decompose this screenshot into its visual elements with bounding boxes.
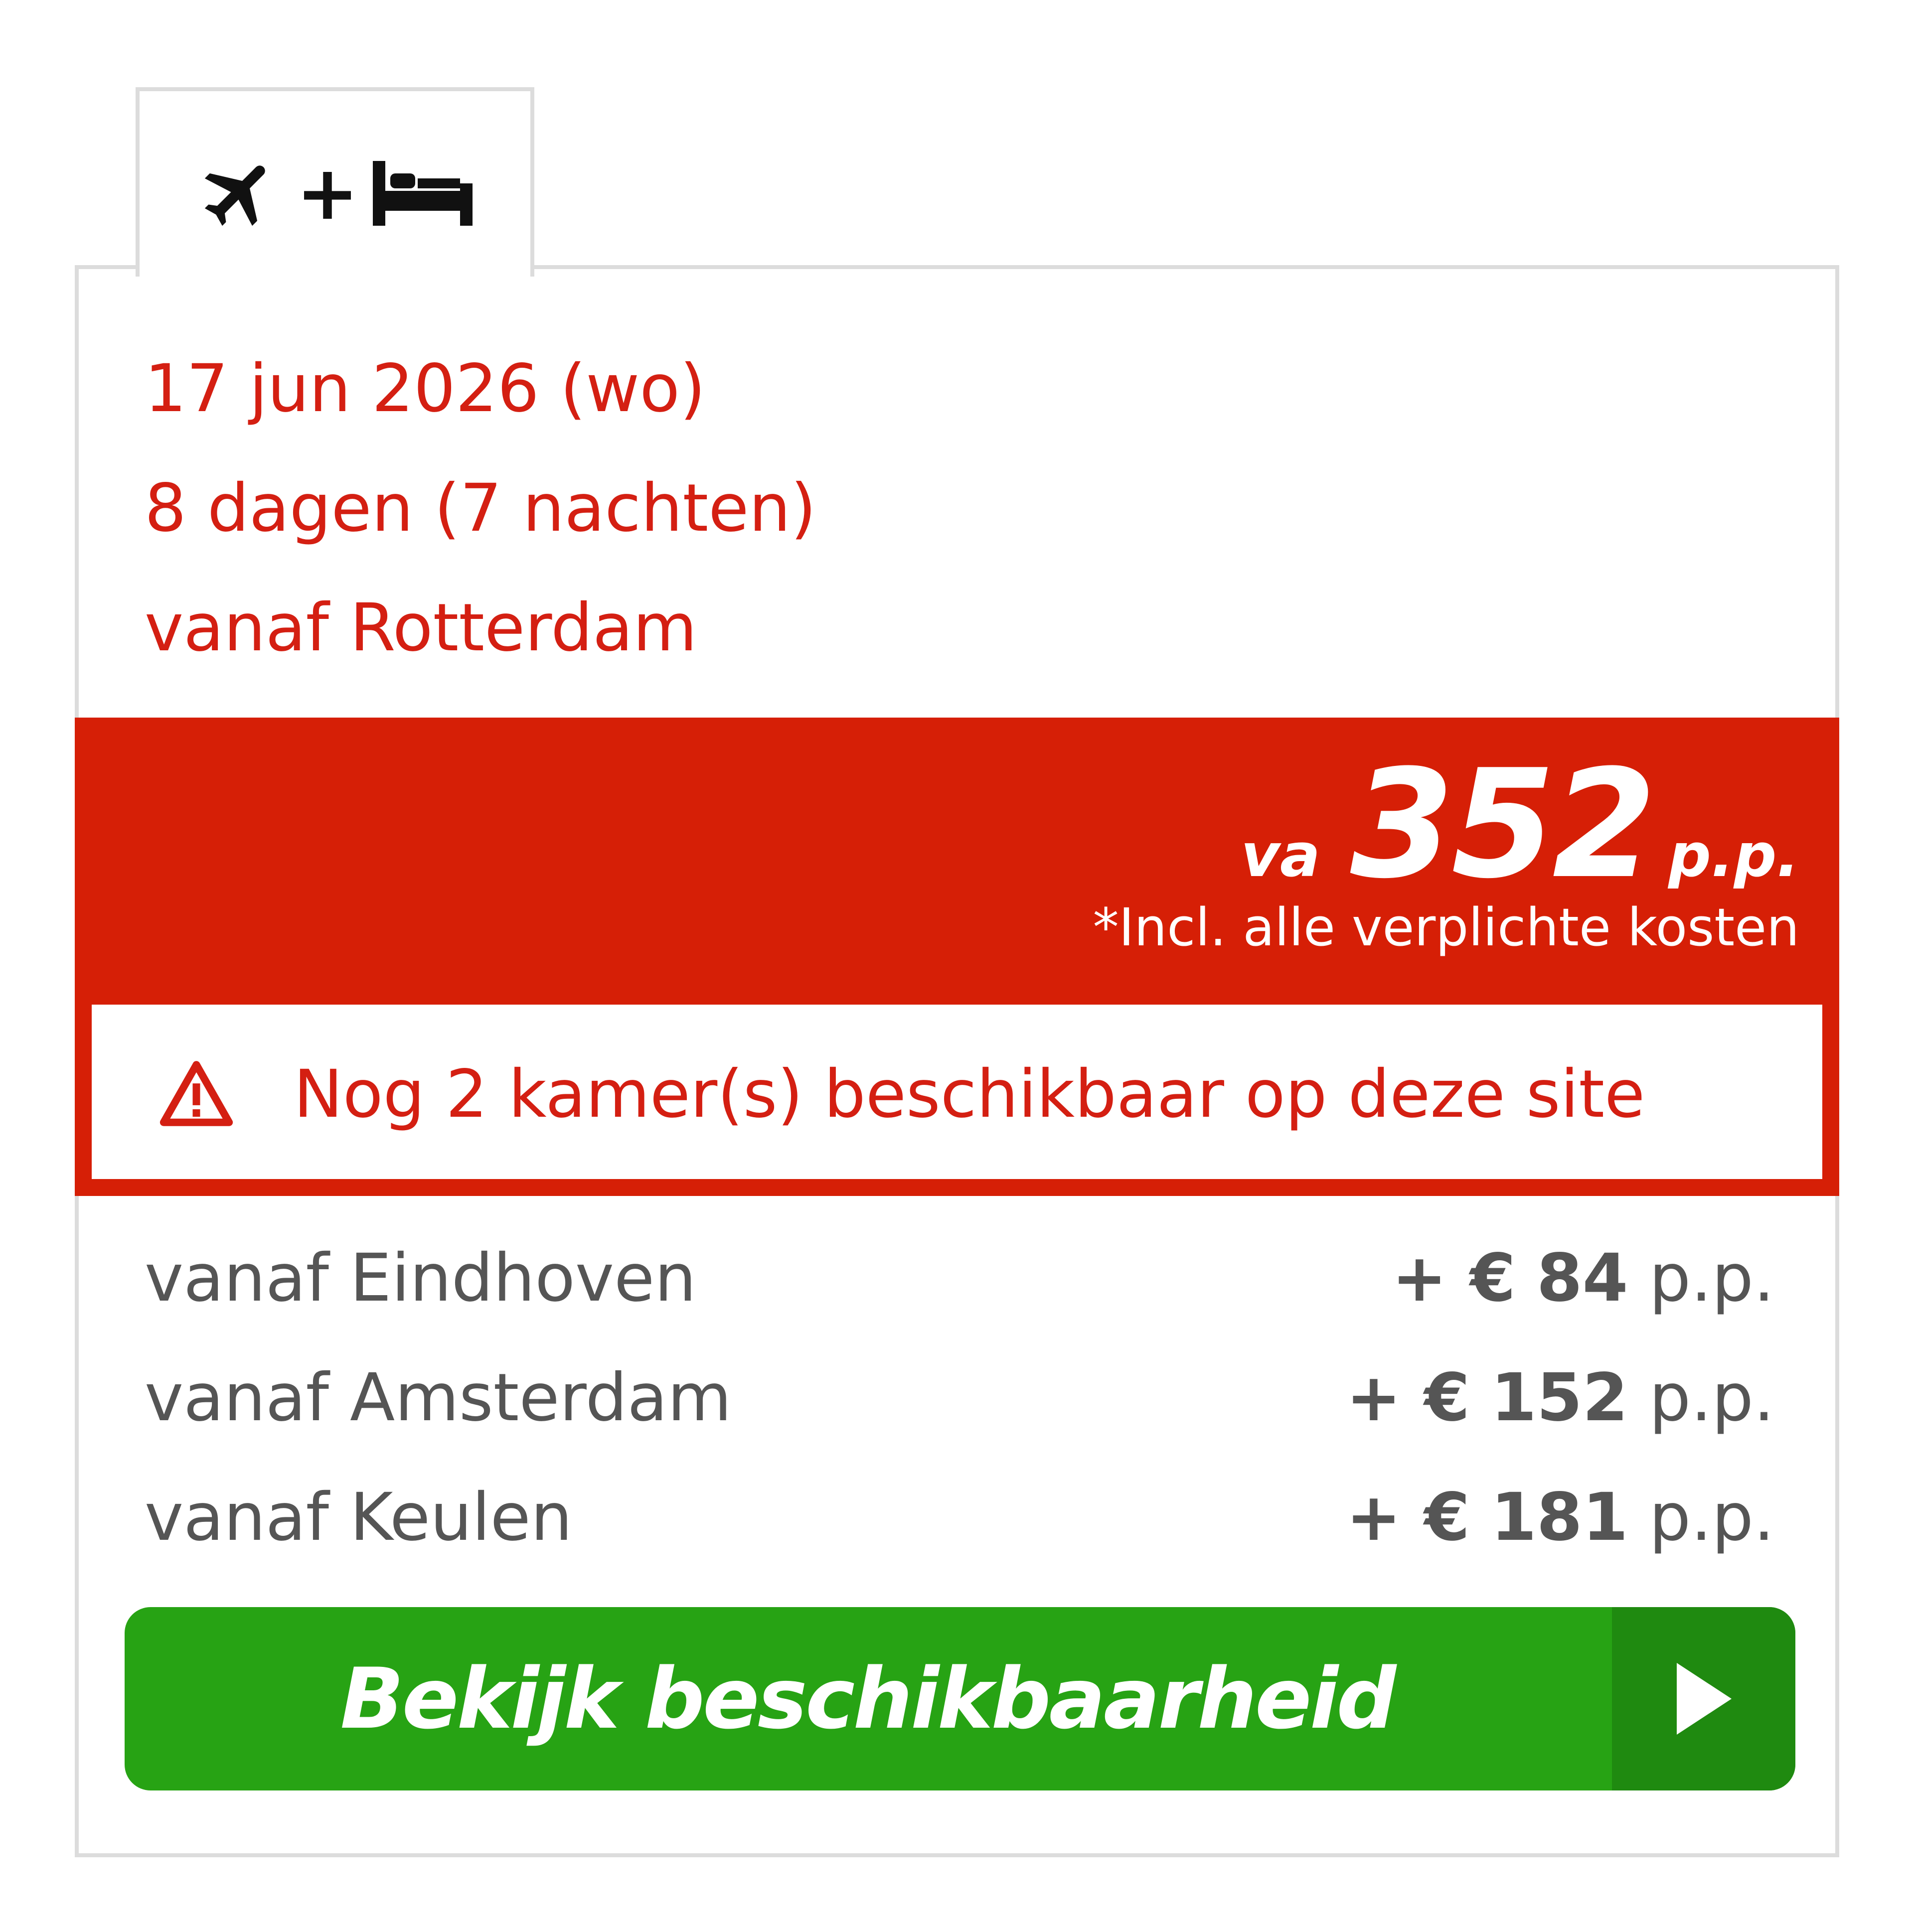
cta-arrow-box[interactable] — [1612, 1607, 1795, 1790]
alt-price: + € 84 p.p. — [1392, 1240, 1774, 1317]
availability-text: Nog 2 kamer(s) beschikbaar op deze site — [294, 1056, 1645, 1133]
alt-price: + € 152 p.p. — [1346, 1359, 1774, 1436]
check-availability-label: Bekijk beschikbaarheid — [340, 1650, 1396, 1748]
price-amount: 352 — [1350, 738, 1656, 911]
price-prefix: va — [1241, 821, 1320, 891]
tab-icons: + — [197, 151, 473, 236]
play-arrow-icon — [1677, 1663, 1732, 1735]
price-band: va 352 p.p. *Incl. alle verplichte kosten — [75, 718, 1839, 987]
tab-flight-hotel[interactable]: + — [136, 87, 534, 277]
airplane-icon — [205, 165, 265, 226]
alt-price-prefix: + € — [1346, 1479, 1470, 1556]
alt-departure-label: vanaf Keulen — [145, 1479, 573, 1556]
availability-warning: Nog 2 kamer(s) beschikbaar op deze site — [75, 987, 1839, 1196]
trip-info: 17 jun 2026 (wo) 8 dagen (7 nachten) van… — [145, 329, 816, 688]
alt-price-prefix: + € — [1392, 1240, 1516, 1317]
alt-departure-label: vanaf Amsterdam — [145, 1359, 732, 1436]
alt-price-prefix: + € — [1346, 1359, 1470, 1436]
offer-card: 17 jun 2026 (wo) 8 dagen (7 nachten) van… — [75, 265, 1839, 1857]
alt-price-amount: 152 — [1490, 1359, 1628, 1436]
alt-price: + € 181 p.p. — [1346, 1479, 1774, 1556]
trip-date: 17 jun 2026 (wo) — [145, 350, 706, 427]
price-note: *Incl. alle verplichte kosten — [1093, 897, 1799, 958]
warning-icon — [160, 1061, 233, 1126]
bed-icon — [372, 161, 473, 226]
list-item[interactable]: vanaf Keulen + € 181 p.p. — [145, 1458, 1774, 1577]
alt-price-amount: 181 — [1490, 1479, 1628, 1556]
list-item[interactable]: vanaf Eindhoven + € 84 p.p. — [145, 1218, 1774, 1338]
departure-alternatives: vanaf Eindhoven + € 84 p.p. vanaf Amster… — [145, 1218, 1774, 1577]
alt-departure-label: vanaf Eindhoven — [145, 1240, 696, 1317]
trip-departure: vanaf Rotterdam — [145, 590, 697, 666]
price-display: va 352 p.p. — [1241, 738, 1799, 911]
alt-price-amount: 84 — [1536, 1240, 1628, 1317]
alt-price-unit: p.p. — [1649, 1359, 1775, 1436]
price-suffix: p.p. — [1668, 821, 1799, 891]
list-item[interactable]: vanaf Amsterdam + € 152 p.p. — [145, 1338, 1774, 1458]
check-availability-button[interactable]: Bekijk beschikbaarheid — [125, 1607, 1795, 1790]
alt-price-unit: p.p. — [1649, 1479, 1775, 1556]
alt-price-unit: p.p. — [1649, 1240, 1775, 1317]
tab-plus-sign: + — [296, 150, 359, 237]
trip-duration: 8 dagen (7 nachten) — [145, 470, 816, 547]
